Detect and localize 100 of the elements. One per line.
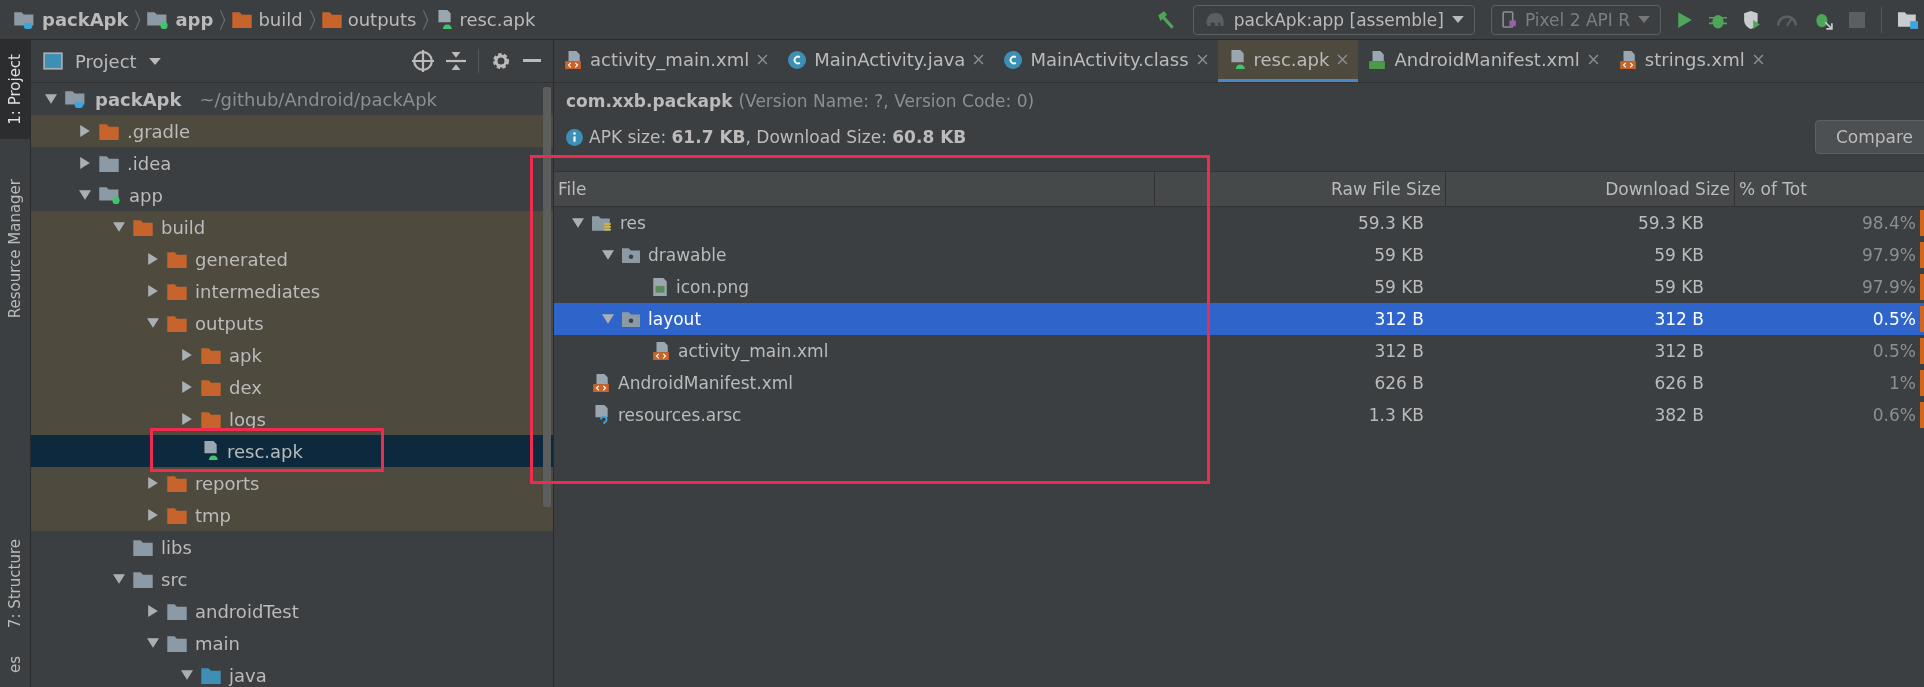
editor-tab[interactable]: MainActivity.class [994,40,1218,82]
table-row[interactable]: activity_main.xml 312 B 312 B 0.5% [554,335,1924,367]
tool-window-tab[interactable]: Resource Manager [0,138,30,525]
tree-item-label: androidTest [195,600,299,622]
chevron-icon [422,8,430,31]
breadcrumb-item[interactable]: app [175,9,214,30]
column-header[interactable]: % of Tot [1735,172,1924,206]
tree-row[interactable]: .idea [31,147,553,179]
compare-button[interactable]: Compare [1814,120,1924,154]
apk-size-summary: APK size: 61.7 KB, Download Size: 60.8 KB [589,127,967,147]
download-size: 59 KB [1654,245,1704,265]
tool-window-tab[interactable]: 1: Project [0,40,30,139]
collapse-arrow-icon[interactable] [602,249,614,261]
table-row[interactable]: resources.arsc 1.3 KB 382 B 0.6% [554,399,1924,431]
collapse-arrow-icon[interactable] [572,217,584,229]
tool-window-tab[interactable]: 7: Structure [0,524,30,642]
folder-icon [147,10,170,29]
file-name: activity_main.xml [678,341,829,361]
collapse-arrow-icon[interactable] [79,189,91,201]
run-configuration-dropdown[interactable]: packApk:app [assemble] [1192,4,1475,35]
breadcrumb-item[interactable]: packApk [42,9,129,30]
percent-value: 97.9% [1862,245,1916,265]
tree-row[interactable]: dex [31,371,553,403]
close-icon[interactable] [757,54,769,65]
collapse-arrow-icon[interactable] [113,573,125,585]
editor-tab[interactable]: resc.apk [1217,40,1359,82]
tree-row[interactable]: generated [31,243,553,275]
expand-arrow-icon[interactable] [79,157,91,169]
tab-label: MainActivity.java [814,49,966,70]
tool-window-tab[interactable]: es [0,641,30,687]
tab-label: MainActivity.class [1030,49,1189,70]
tree-row[interactable]: apk [31,339,553,371]
tree-row[interactable]: main [31,627,553,659]
collapse-arrow-icon[interactable] [602,313,614,325]
run-icon[interactable] [1677,10,1693,29]
android-file-icon [435,9,454,30]
download-size: 312 B [1654,309,1704,329]
tree-row[interactable]: app [31,179,553,211]
tree-row[interactable]: intermediates [31,275,553,307]
collapse-arrow-icon[interactable] [113,221,125,233]
tree-row[interactable]: .gradle [31,115,553,147]
editor-tab[interactable]: strings.xml [1608,40,1774,82]
close-icon[interactable] [1337,54,1349,65]
expand-arrow-icon[interactable] [147,285,159,297]
table-row[interactable]: icon.png 59 KB 59 KB 97.9% [554,271,1924,303]
close-icon[interactable] [973,54,985,65]
tree-row[interactable]: reports [31,467,553,499]
close-icon[interactable] [1752,54,1764,65]
tree-row[interactable]: libs [31,531,553,563]
tree-row[interactable]: tmp [31,499,553,531]
collapse-arrow-icon[interactable] [45,93,57,105]
tree-row[interactable]: build [31,211,553,243]
column-header[interactable]: File [554,172,1155,206]
table-row[interactable]: drawable 59 KB 59 KB 97.9% [554,239,1924,271]
tree-row[interactable]: outputs [31,307,553,339]
breadcrumb-item[interactable]: build [258,9,303,30]
expand-arrow-icon[interactable] [181,381,193,393]
expand-arrow-icon[interactable] [79,125,91,137]
tree-row[interactable]: packApk ~/github/Android/packApk [31,83,553,115]
download-size: 312 B [1654,341,1704,361]
collapse-arrow-icon[interactable] [181,669,193,681]
collapse-arrow-icon[interactable] [147,317,159,329]
expand-arrow-icon[interactable] [181,349,193,361]
folder-icon[interactable] [1898,10,1918,29]
panel-title[interactable]: Project [75,50,137,72]
minimize-icon[interactable] [523,59,541,63]
dropdown-arrow-icon[interactable] [148,57,161,65]
tree-row[interactable]: java [31,659,553,687]
tree-row[interactable]: src [31,563,553,595]
editor-tab[interactable]: MainActivity.java [778,40,995,82]
scrollbar[interactable] [543,87,551,507]
collapse-arrow-icon[interactable] [147,637,159,649]
breadcrumb-item[interactable]: outputs [347,9,417,30]
expand-arrow-icon[interactable] [147,605,159,617]
column-header[interactable]: Raw File Size [1155,172,1446,206]
expand-arrow-icon[interactable] [181,413,193,425]
target-icon[interactable] [412,50,434,72]
close-icon[interactable] [1196,54,1208,65]
table-row[interactable]: layout 312 B 312 B 0.5% [554,303,1924,335]
column-header[interactable]: Download Size [1446,172,1735,206]
raw-size: 59 KB [1374,245,1424,265]
table-row[interactable]: AndroidManifest.xml 626 B 626 B 1% [554,367,1924,399]
editor-tab[interactable]: AndroidManifest.xml [1358,40,1609,82]
breadcrumb-item[interactable]: resc.apk [459,9,536,30]
tree-row[interactable]: resc.apk [31,435,553,467]
expand-arrow-icon[interactable] [147,253,159,265]
chevron-icon [308,8,316,31]
image-file-icon [652,278,668,296]
file-name: AndroidManifest.xml [618,373,794,393]
expand-arrow-icon[interactable] [147,477,159,489]
table-row[interactable]: res 59.3 KB 59.3 KB 98.4% [554,207,1924,239]
expand-arrow-icon[interactable] [147,509,159,521]
percent-value: 0.6% [1872,405,1916,425]
collapse-all-icon[interactable] [446,51,466,71]
xml-file-icon [592,374,610,392]
tree-row[interactable]: androidTest [31,595,553,627]
editor-tab[interactable]: activity_main.xml [554,40,779,82]
settings-icon[interactable] [491,51,511,71]
close-icon[interactable] [1587,54,1599,65]
shield-icon[interactable] [1743,10,1761,29]
